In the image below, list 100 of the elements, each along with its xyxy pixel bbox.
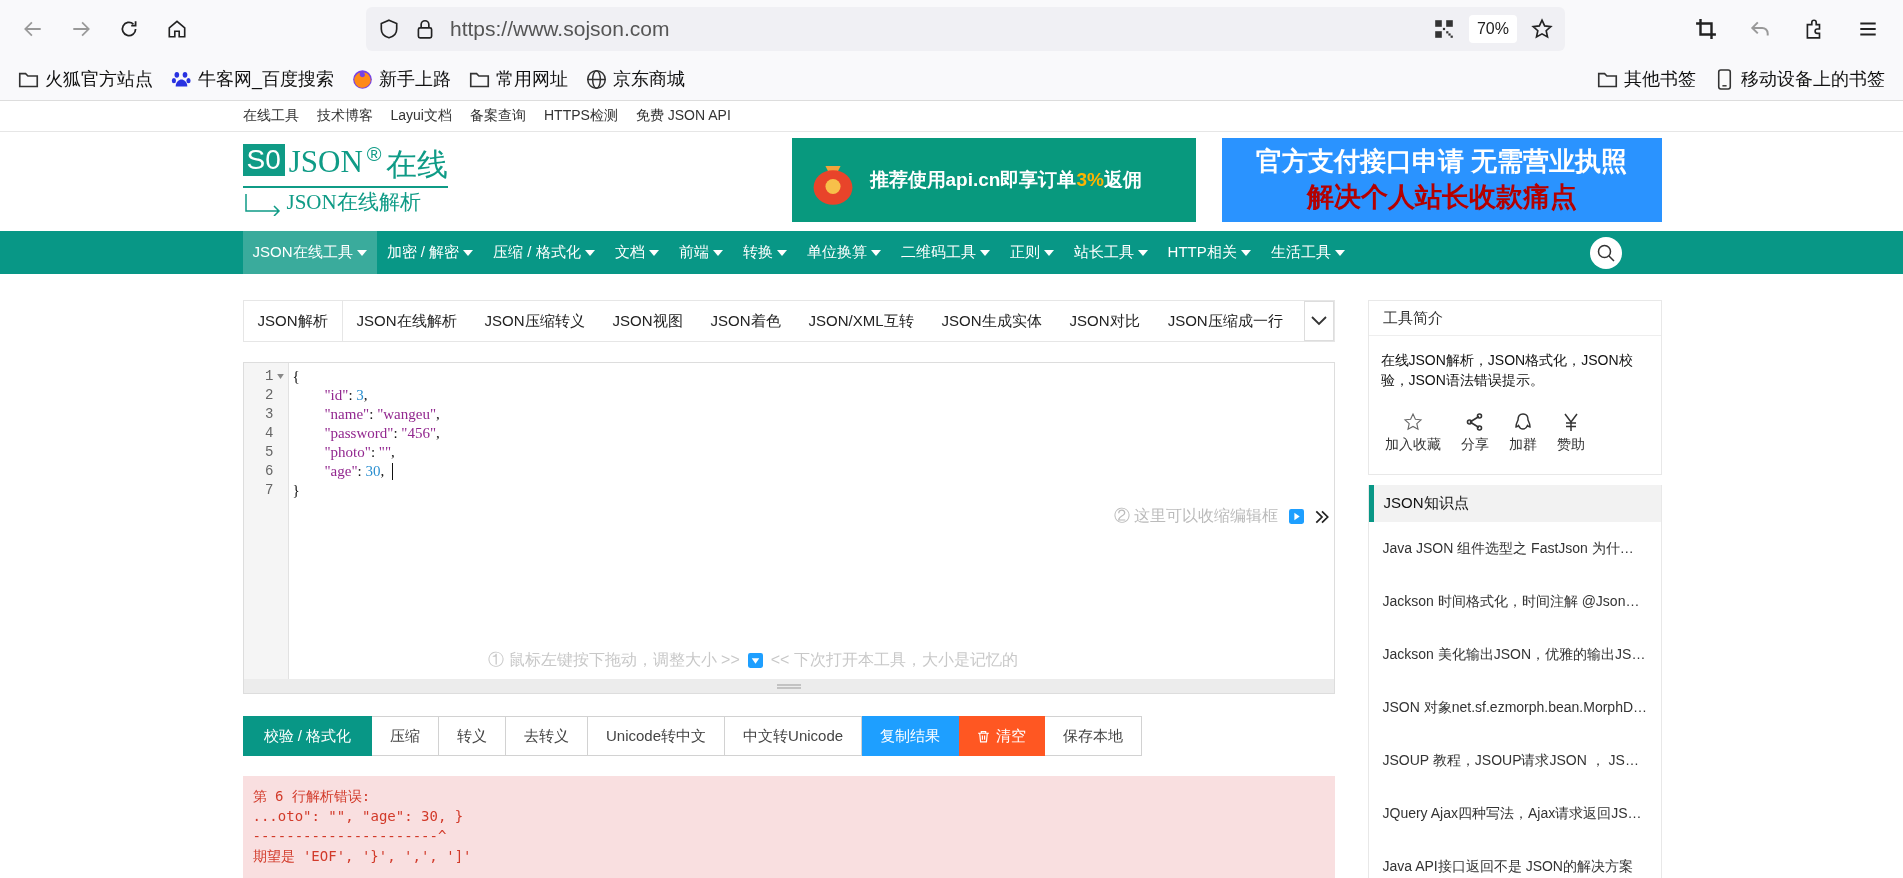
code-line: "age": 30,	[324, 462, 385, 481]
article-link[interactable]: Java API接口返回不是 JSON的解决方案	[1368, 840, 1661, 878]
bent-arrow-icon	[242, 193, 283, 216]
fox-globe-icon	[352, 68, 373, 90]
top-link[interactable]: HTTPS检测	[543, 107, 618, 125]
nav-item[interactable]: 生活工具	[1260, 231, 1355, 274]
error-line: ...oto": "", "age": 30, }	[252, 807, 465, 826]
nav-item[interactable]: 二维码工具	[890, 231, 1000, 274]
code-line: "id": 3,	[324, 386, 368, 405]
top-link[interactable]: Layui文档	[390, 107, 452, 125]
banner-tagline: 解决个人站长收款痛点	[1306, 181, 1577, 214]
double-chevron-icon[interactable]	[1313, 508, 1330, 525]
penguin-icon	[1512, 412, 1533, 432]
search-button[interactable]	[1589, 236, 1622, 269]
error-line: 期望是 'EOF', '}', ',', ']'	[252, 847, 473, 866]
caret-icon	[979, 249, 990, 256]
top-link[interactable]: 技术博客	[316, 107, 373, 125]
article-link[interactable]: JSOUP 教程，JSOUP请求JSON ， JS…	[1368, 734, 1661, 787]
nav-item[interactable]: 正则	[999, 231, 1064, 274]
crop-icon[interactable]	[1695, 18, 1717, 40]
address-bar[interactable]: https://www.sojson.com 70%	[366, 7, 1565, 51]
bookmark-item[interactable]: 常用网址	[469, 67, 568, 91]
line-number: 1	[265, 367, 274, 386]
action-link[interactable]: 加入收藏	[1384, 436, 1441, 454]
action-button[interactable]: 压缩	[372, 716, 439, 756]
chevron-down-icon	[1310, 316, 1327, 326]
action-button[interactable]: 转义	[439, 716, 506, 756]
qr-code-icon[interactable]	[1432, 18, 1455, 40]
top-link[interactable]: 备案查询	[469, 107, 526, 125]
line-number: 4	[265, 424, 274, 443]
code-line: "password": "456",	[324, 424, 440, 443]
nav-item[interactable]: 文档	[604, 231, 669, 274]
article-link[interactable]: JQuery Ajax四种写法，Ajax请求返回JS…	[1368, 787, 1661, 840]
share-icon	[1464, 412, 1485, 432]
caret-icon	[870, 249, 881, 256]
bookmark-item[interactable]: 移动设备上的书签	[1714, 67, 1885, 91]
article-link[interactable]: Jackson 时间格式化，时间注解 @Json…	[1368, 575, 1661, 628]
line-number: 5	[265, 443, 274, 462]
more-tabs-button[interactable]	[1303, 301, 1334, 341]
bookmark-item[interactable]: 其他书签	[1597, 67, 1696, 91]
fold-icon[interactable]	[276, 374, 284, 379]
caret-icon	[1334, 249, 1345, 256]
promo-banner[interactable]: 推荐使用api.cn即享订单3%返佣	[791, 137, 1196, 222]
bookmark-item[interactable]: 牛客网_百度搜索	[171, 67, 334, 91]
error-line: 第 6 行解析错误:	[252, 787, 372, 806]
nav-item[interactable]: 压缩 / 格式化	[483, 231, 605, 274]
nav-item[interactable]: HTTP相关	[1157, 231, 1261, 274]
action-link[interactable]: 赞助	[1556, 436, 1585, 454]
globe-icon	[586, 68, 607, 90]
top-link[interactable]: 在线工具	[242, 107, 299, 125]
line-number: 6	[265, 462, 274, 481]
nav-item[interactable]: 转换	[732, 231, 797, 274]
bookmark-item[interactable]: 京东商城	[586, 67, 685, 91]
trash-icon	[977, 729, 991, 743]
top-link[interactable]: 免费 JSON API	[635, 107, 731, 125]
star-icon	[1402, 412, 1423, 432]
error-line: ----------------------^	[252, 827, 448, 846]
caret-icon	[648, 249, 659, 256]
card-title: 工具简介	[1368, 301, 1661, 336]
home-icon[interactable]	[166, 18, 188, 40]
nav-item[interactable]: 前端	[668, 231, 733, 274]
action-link[interactable]: 分享	[1460, 436, 1489, 454]
article-link[interactable]: Java JSON 组件选型之 FastJson 为什…	[1368, 522, 1661, 575]
line-number: 3	[265, 405, 274, 424]
logo-mark: S0	[242, 143, 285, 176]
action-link[interactable]: 加群	[1508, 436, 1537, 454]
code-line: }	[292, 481, 300, 500]
nav-item[interactable]: 站长工具	[1063, 231, 1158, 274]
star-icon[interactable]	[1531, 18, 1553, 40]
line-number: 7	[265, 481, 274, 500]
action-button[interactable]: 中文转Unicode	[725, 716, 863, 756]
caret-icon	[1137, 249, 1148, 256]
nav-item[interactable]: 加密 / 解密	[376, 231, 484, 274]
shield-icon	[378, 18, 400, 40]
caret-icon	[712, 249, 723, 256]
action-button[interactable]: Unicode转中文	[588, 716, 726, 756]
code-line: "photo": "",	[324, 443, 395, 462]
bookmark-item[interactable]: 火狐官方站点	[18, 67, 153, 91]
article-link[interactable]: Jackson 美化输出JSON，优雅的输出JS…	[1368, 628, 1661, 681]
action-button[interactable]: 去转义	[506, 716, 588, 756]
collapse-hint: ② 这里可以收缩编辑框	[1114, 506, 1279, 526]
caret-icon	[463, 249, 474, 256]
action-button[interactable]: 保存本地	[1045, 716, 1143, 756]
resize-grip-icon[interactable]	[776, 683, 801, 689]
zoom-level-button[interactable]: 70%	[1468, 15, 1517, 43]
caret-icon	[584, 249, 595, 256]
nav-item[interactable]: 单位换算	[796, 231, 891, 274]
play-icon[interactable]	[1288, 509, 1304, 524]
caret-icon	[1043, 249, 1054, 256]
code-line: "name": "wangeu",	[324, 405, 440, 424]
action-button[interactable]: 校验 / 格式化	[242, 716, 372, 756]
intro-text: 在线JSON解析，JSON格式化，JSON校验，JSON语法错误提示。	[1380, 351, 1634, 390]
line-number: 2	[265, 386, 274, 405]
registered-mark: ®	[366, 143, 382, 164]
article-link[interactable]: JSON 对象net.sf.ezmorph.bean.MorphD…	[1368, 681, 1661, 734]
logo-subtitle: JSON在线解析	[286, 188, 421, 216]
promo-text: 推荐使用api.cn即享订单3%返佣	[869, 167, 1142, 192]
caret-icon	[356, 249, 367, 256]
logo-title: JSON	[288, 143, 363, 180]
bookmark-item[interactable]: 新手上路	[352, 67, 451, 91]
